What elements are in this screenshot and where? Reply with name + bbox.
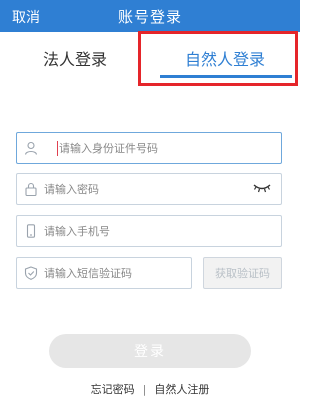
login-tabs: 法人登录 自然人登录 [0, 32, 300, 84]
eye-closed-icon[interactable] [253, 182, 271, 194]
register-link[interactable]: 自然人注册 [154, 383, 209, 396]
sms-code-placeholder: 请输入短信验证码 [44, 267, 132, 280]
user-icon [24, 141, 38, 155]
tab-legal-person-login[interactable]: 法人登录 [0, 32, 150, 84]
page-title: 账号登录 [117, 8, 182, 26]
sms-code-field[interactable]: 请输入短信验证码 [16, 257, 192, 289]
app-header: 取消 账号登录 [0, 0, 300, 32]
active-tab-indicator [160, 75, 292, 78]
link-separator: | [142, 383, 147, 396]
id-number-field[interactable]: 请输入身份证件号码 [16, 132, 282, 164]
text-cursor [57, 141, 58, 156]
id-number-placeholder: 请输入身份证件号码 [59, 142, 158, 155]
forgot-password-link[interactable]: 忘记密码 [91, 383, 135, 396]
get-code-button[interactable]: 获取验证码 [203, 257, 282, 289]
bottom-links: 忘记密码 | 自然人注册 [0, 381, 300, 397]
phone-placeholder: 请输入手机号 [44, 225, 110, 238]
password-placeholder: 请输入密码 [44, 183, 99, 196]
shield-icon [24, 266, 38, 280]
phone-icon [26, 224, 36, 238]
lock-icon [25, 182, 37, 196]
password-field[interactable]: 请输入密码 [16, 173, 282, 205]
login-button[interactable]: 登录 [49, 334, 251, 368]
phone-field[interactable]: 请输入手机号 [16, 215, 282, 247]
